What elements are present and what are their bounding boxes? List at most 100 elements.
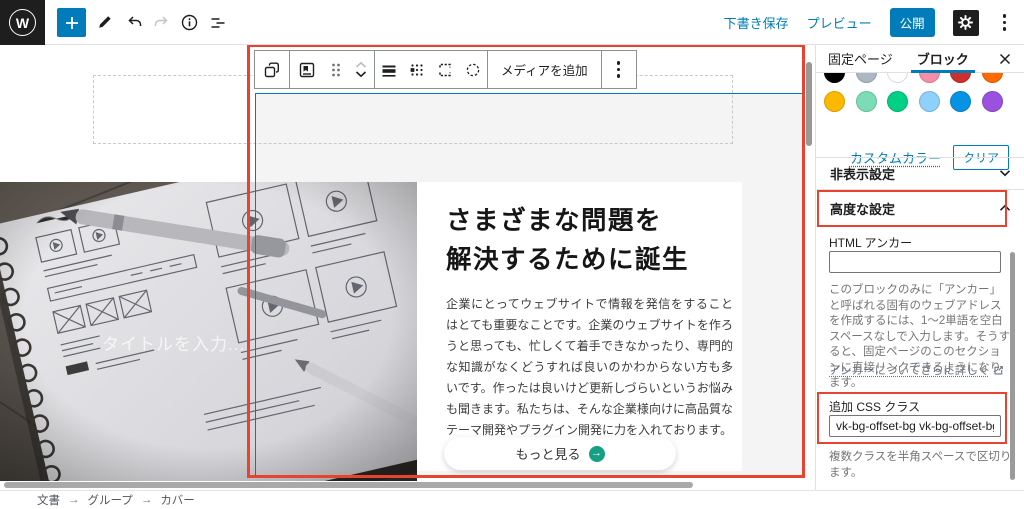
close-sidebar-button[interactable] <box>994 48 1016 70</box>
list-view-button[interactable] <box>204 9 230 35</box>
tools-button[interactable] <box>92 9 118 35</box>
block-inserter-button[interactable] <box>57 8 86 37</box>
publish-button[interactable]: 公開 <box>890 8 935 37</box>
panel-advanced-settings[interactable]: 高度な設定 <box>816 193 1024 223</box>
arrow-right-icon: → <box>589 446 605 462</box>
sidebar-scrollbar[interactable] <box>1010 252 1015 480</box>
section-paragraph[interactable]: 企業にとってウェブサイトで情報を発信をすることはとても重要なことです。企業のウェ… <box>446 294 733 441</box>
color-swatch-amber[interactable] <box>824 91 845 112</box>
breadcrumb-separator: → <box>141 494 153 506</box>
top-bar-actions: 下書き保存 プレビュー 公開 <box>724 0 1012 45</box>
editor-canvas: タイトルを入力... さまざまな問題を 解決するために誕生 企業にとってウェブサ… <box>0 45 815 490</box>
color-swatch-lightgreen[interactable] <box>856 91 877 112</box>
drag-handle[interactable] <box>324 51 348 88</box>
settings-button[interactable] <box>953 10 979 36</box>
color-swatch-green[interactable] <box>887 91 908 112</box>
toolbar-group-switcher <box>254 50 290 89</box>
color-swatch-white[interactable] <box>887 73 908 83</box>
cover-title-placeholder[interactable]: タイトルを入力... <box>102 330 245 355</box>
move-up-icon <box>355 61 367 69</box>
pencil-icon <box>96 13 114 31</box>
breadcrumb-group[interactable]: グループ <box>88 492 133 508</box>
advanced-settings-label: 高度な設定 <box>830 199 895 218</box>
external-link-icon <box>993 365 1004 376</box>
block-mover[interactable] <box>348 51 374 88</box>
alignment-button[interactable] <box>375 51 403 88</box>
block-options-button[interactable] <box>602 51 636 88</box>
editor-top-bar: W 下書き保存 プレビュー 公開 <box>0 0 1024 45</box>
color-swatch-purple[interactable] <box>982 91 1003 112</box>
duotone-icon <box>464 61 482 79</box>
chevron-up-icon <box>999 204 1011 212</box>
options-menu-button[interactable] <box>997 14 1012 30</box>
css-class-input[interactable] <box>829 415 1001 437</box>
breadcrumb-separator: → <box>68 494 80 506</box>
heading-line-2: 解決するために誕生 <box>446 241 689 280</box>
save-draft-button[interactable]: 下書き保存 <box>724 13 789 32</box>
wordpress-editor: W 下書き保存 プレビュー 公開 <box>0 0 1024 509</box>
content-position-button[interactable] <box>403 51 431 88</box>
ellipsis-icon <box>617 61 620 77</box>
duotone-filter-button[interactable] <box>459 51 487 88</box>
sidebar-tabs: 固定ページ ブロック <box>816 45 1024 73</box>
list-view-icon <box>208 13 227 32</box>
toolbar-group-mover <box>289 50 375 89</box>
chevron-down-icon <box>999 169 1011 177</box>
breadcrumb: 文書 → グループ → カバー <box>37 492 195 508</box>
info-icon <box>180 13 199 32</box>
transform-block-icon <box>263 61 281 79</box>
editor-horizontal-scrollbar[interactable] <box>4 482 693 488</box>
details-button[interactable] <box>176 9 202 35</box>
color-swatch-black[interactable] <box>824 73 845 83</box>
more-button-label: もっと見る <box>515 444 580 463</box>
anchor-learn-more-link[interactable]: アンカーについてさらに詳しく <box>829 362 1004 378</box>
move-down-icon <box>355 70 367 78</box>
toolbar-group-options <box>601 50 637 89</box>
color-swatch-red[interactable] <box>950 73 971 83</box>
tab-page[interactable]: 固定ページ <box>816 45 905 73</box>
color-swatch-gray[interactable] <box>856 73 877 83</box>
undo-icon <box>126 13 144 31</box>
anchor-link-label: アンカーについてさらに詳しく <box>829 362 989 378</box>
breadcrumb-cover[interactable]: カバー <box>160 492 195 508</box>
wordpress-logo-icon: W <box>9 9 36 36</box>
section-heading[interactable]: さまざまな問題を 解決するために誕生 <box>446 202 689 280</box>
more-button[interactable]: もっと見る → <box>444 437 676 470</box>
full-height-icon <box>436 61 454 79</box>
preview-button[interactable]: プレビュー <box>807 13 872 32</box>
html-anchor-input[interactable] <box>829 251 1001 273</box>
add-media-button[interactable]: メディアを追加 <box>488 51 601 88</box>
parent-cover-button[interactable] <box>290 51 324 88</box>
color-swatch-pink[interactable] <box>919 73 940 83</box>
align-icon <box>381 61 397 79</box>
position-matrix-icon <box>408 61 426 79</box>
tab-block[interactable]: ブロック <box>905 45 981 73</box>
panel-hidden-settings[interactable]: 非表示設定 <box>816 158 1024 188</box>
color-swatch-orange[interactable] <box>982 73 1003 83</box>
heading-line-1: さまざまな問題を <box>446 202 689 241</box>
color-swatch-blue[interactable] <box>950 91 971 112</box>
settings-sidebar: 固定ページ ブロック <box>815 45 1024 490</box>
redo-button[interactable] <box>148 9 174 35</box>
block-switcher-button[interactable] <box>255 51 289 88</box>
wordpress-logo[interactable]: W <box>0 0 45 45</box>
toolbar-group-cover-tools <box>374 50 488 89</box>
cover-content-card: さまざまな問題を 解決するために誕生 企業にとってウェブサイトで情報を発信をする… <box>417 182 742 471</box>
editor-vertical-scrollbar[interactable] <box>806 62 812 146</box>
hidden-settings-label: 非表示設定 <box>830 164 895 183</box>
toolbar-group-media: メディアを追加 <box>487 50 602 89</box>
full-height-button[interactable] <box>431 51 459 88</box>
css-class-label: 追加 CSS クラス <box>829 398 920 415</box>
editor-footer: 文書 → グループ → カバー <box>0 490 1024 509</box>
plus-icon <box>63 14 81 32</box>
css-class-help-text: 複数クラスを半角スペースで区切ります。 <box>829 448 1014 480</box>
block-toolbar: メディアを追加 <box>255 50 637 89</box>
color-swatch-lightblue[interactable] <box>919 91 940 112</box>
breadcrumb-document[interactable]: 文書 <box>37 492 60 508</box>
redo-icon <box>152 13 170 31</box>
gear-icon <box>957 14 974 31</box>
cover-block-icon <box>298 61 316 79</box>
close-icon <box>999 53 1011 65</box>
undo-button[interactable] <box>122 9 148 35</box>
color-palette <box>824 73 1017 143</box>
